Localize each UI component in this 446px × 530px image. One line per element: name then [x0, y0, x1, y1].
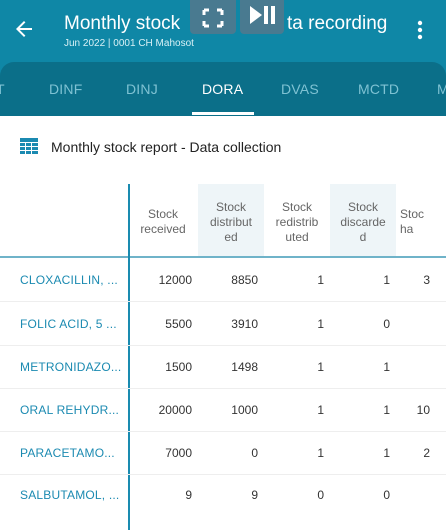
column-header-text: Stock received: [140, 207, 186, 236]
fullscreen-button[interactable]: [190, 0, 236, 34]
tab-dinf[interactable]: DINF: [49, 81, 82, 97]
page-title-continued: ta recording: [287, 13, 388, 34]
data-table: Stock received Stock distribut ed Stock …: [0, 184, 446, 530]
cell-stock-redistributed[interactable]: 1: [264, 446, 324, 460]
tab-dinj[interactable]: DINJ: [126, 81, 158, 97]
row-divider: [0, 474, 446, 475]
cell-stock-discarded[interactable]: 0: [330, 488, 390, 502]
row-label[interactable]: CLOXACILLIN, ...: [20, 273, 118, 287]
column-header-text: Stoc ha: [400, 207, 425, 236]
play-pause-icon: [250, 6, 275, 24]
column-header: Stoc ha: [400, 207, 446, 237]
arrow-left-icon[interactable]: [12, 17, 36, 41]
column-header: Stock redistrib uted: [266, 200, 328, 245]
fullscreen-icon: [202, 8, 224, 28]
row-label[interactable]: SALBUTAMOL, ...: [20, 488, 119, 502]
tab-m[interactable]: M: [437, 81, 446, 97]
column-header-text: Stock distribut ed: [209, 200, 253, 244]
cell-stock-distributed[interactable]: 8850: [198, 273, 258, 287]
column-header: Stock received: [132, 207, 194, 237]
frozen-column-divider: [128, 184, 130, 530]
cell-stock-distributed[interactable]: 1000: [198, 403, 258, 417]
table-icon: [20, 138, 38, 154]
cell-stock-redistributed[interactable]: 1: [264, 360, 324, 374]
more-vert-icon[interactable]: [412, 18, 428, 42]
row-divider: [0, 431, 446, 432]
cell-stock-received[interactable]: 20000: [132, 403, 192, 417]
cell-stock-on-hand[interactable]: 3: [370, 273, 430, 287]
row-divider: [0, 301, 446, 302]
cell-stock-received[interactable]: 12000: [132, 273, 192, 287]
cell-stock-distributed[interactable]: 0: [198, 446, 258, 460]
page-subtitle: Jun 2022 | 0001 CH Mahosot: [64, 38, 194, 49]
row-label[interactable]: PARACETAMO...: [20, 446, 115, 460]
active-tab-indicator: [192, 112, 254, 115]
cell-stock-discarded[interactable]: 1: [330, 360, 390, 374]
cell-stock-redistributed[interactable]: 0: [264, 488, 324, 502]
cell-stock-on-hand[interactable]: 10: [370, 403, 430, 417]
cell-stock-received[interactable]: 5500: [132, 317, 192, 331]
column-header-text: Stock redistrib uted: [275, 200, 319, 244]
column-header-text: Stock discarde d: [340, 200, 386, 244]
row-label[interactable]: FOLIC ACID, 5 ...: [20, 317, 117, 331]
cell-stock-redistributed[interactable]: 1: [264, 403, 324, 417]
cell-stock-redistributed[interactable]: 1: [264, 317, 324, 331]
row-divider: [0, 345, 446, 346]
section-title: Monthly stock report - Data collection: [51, 139, 282, 155]
cell-stock-distributed[interactable]: 3910: [198, 317, 258, 331]
cell-stock-discarded[interactable]: 0: [330, 317, 390, 331]
column-header: Stock discarde d: [332, 200, 394, 245]
tab-t[interactable]: T: [0, 81, 5, 97]
header-divider: [0, 256, 446, 258]
row-divider: [0, 388, 446, 389]
cell-stock-distributed[interactable]: 1498: [198, 360, 258, 374]
row-label[interactable]: ORAL REHYDR...: [20, 403, 119, 417]
cell-stock-on-hand[interactable]: 2: [370, 446, 430, 460]
tab-mctd[interactable]: MCTD: [358, 81, 399, 97]
cell-stock-received[interactable]: 1500: [132, 360, 192, 374]
cell-stock-received[interactable]: 7000: [132, 446, 192, 460]
play-pause-button[interactable]: [240, 0, 284, 34]
page-title: Monthly stock: [64, 13, 181, 34]
cell-stock-redistributed[interactable]: 1: [264, 273, 324, 287]
cell-stock-received[interactable]: 9: [132, 488, 192, 502]
cell-stock-distributed[interactable]: 9: [198, 488, 258, 502]
tab-dora[interactable]: DORA: [202, 81, 243, 97]
row-label[interactable]: METRONIDAZO...: [20, 360, 121, 374]
tab-dvas[interactable]: DVAS: [281, 81, 319, 97]
column-header: Stock distribut ed: [200, 200, 262, 245]
